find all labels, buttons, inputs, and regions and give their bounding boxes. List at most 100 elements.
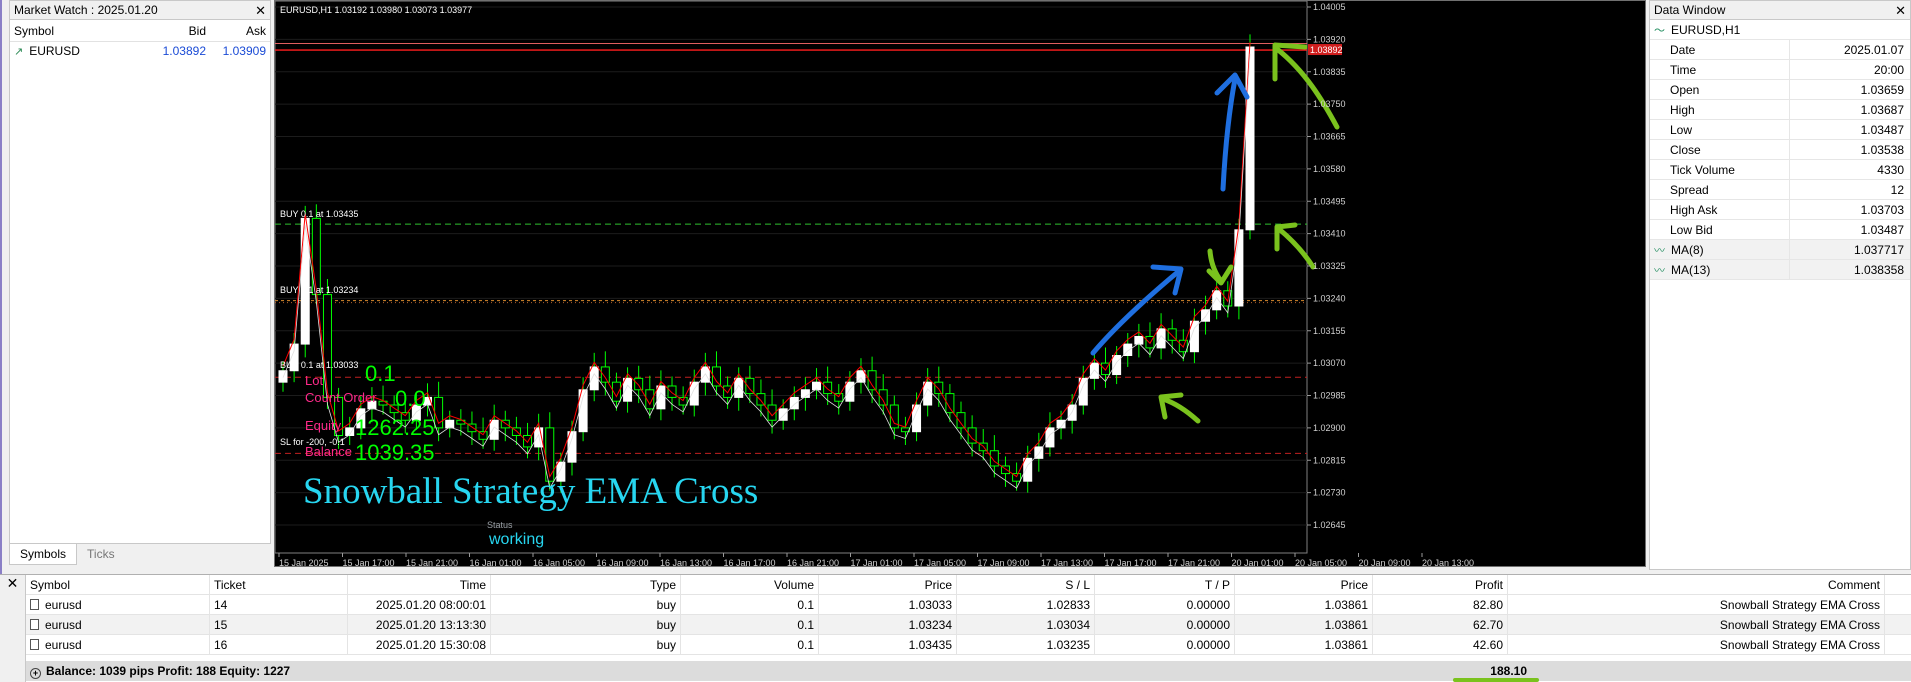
expand-icon[interactable]: +	[30, 668, 41, 679]
chart-line-icon: 〜	[1654, 25, 1665, 37]
price-cell: 1.03435	[819, 635, 957, 654]
symbol-text: eurusd	[45, 618, 82, 632]
symbol-cell: eurusd	[26, 615, 210, 634]
data-window-rows: Date 2025.01.07 Time 20:00 Open 1.03659 High 1.…	[1650, 40, 1910, 280]
current-price-tag: 1.03892	[1310, 45, 1343, 55]
column-header-take-profit[interactable]: T / P	[1095, 575, 1235, 594]
column-header-comment[interactable]: Comment	[1508, 575, 1885, 594]
data-window-key: High Ask	[1650, 200, 1790, 219]
price-label: 1.03495	[1313, 196, 1346, 206]
count-order-label: Count Order	[305, 390, 377, 405]
balance-text: Balance: 1039 pips Profit: 188 Equity: 1…	[46, 664, 291, 678]
price-label: 1.03240	[1313, 293, 1346, 303]
column-header-current-price[interactable]: Price	[1235, 575, 1373, 594]
market-watch-tabs: Symbols Ticks	[9, 543, 271, 565]
column-header-time[interactable]: Time	[348, 575, 491, 594]
balance-label: Balance	[305, 444, 352, 459]
balance-value: 1039.35	[355, 440, 435, 465]
data-window-row[interactable]: Time 20:00	[1650, 60, 1910, 80]
column-header-stop-loss[interactable]: S / L	[957, 575, 1095, 594]
balance-summary-row[interactable]: + Balance: 1039 pips Profit: 188 Equity: …	[26, 661, 1911, 681]
left-edge-strip	[0, 0, 9, 576]
data-window-row[interactable]: High 1.03687	[1650, 100, 1910, 120]
data-window-symbol-row[interactable]: 〜 EURUSD,H1	[1650, 20, 1910, 40]
annotation-arrows	[1090, 42, 1340, 424]
market-watch-panel: Market Watch : 2025.01.20 ✕ Symbol Bid A…	[9, 0, 271, 564]
buy-line-label: BUY 0.1 at 1.03435	[280, 209, 358, 219]
data-window-row[interactable]: Open 1.03659	[1650, 80, 1910, 100]
time-label: 20 Jan 01:00	[1232, 558, 1284, 568]
status-value: working	[488, 531, 544, 548]
symbol-text: EURUSD,H1	[1671, 23, 1741, 37]
price-chart[interactable]: EURUSD,H1 1.03192 1.03980 1.03073 1.0397…	[274, 0, 1647, 568]
comment-cell: Snowball Strategy EMA Cross	[1508, 635, 1885, 654]
tab-ticks[interactable]: Ticks	[77, 544, 125, 565]
table-row[interactable]: eurusd 16 2025.01.20 15:30:08 buy 0.1 1.03435…	[26, 635, 1911, 655]
price-label: 1.03155	[1313, 326, 1346, 336]
table-row[interactable]: eurusd 15 2025.01.20 13:13:30 buy 0.1 1.03234…	[26, 615, 1911, 635]
data-window-row[interactable]: Low 1.03487	[1650, 120, 1910, 140]
profit-cell: 42.60	[1373, 635, 1508, 654]
data-window-ma-row[interactable]: 〰 MA(13) 1.038358	[1650, 260, 1910, 280]
price-label: 1.03325	[1313, 261, 1346, 271]
time-axis[interactable]: 15 Jan 2025 15 Jan 17:00 15 Jan 21:00 16 Ja…	[278, 553, 1474, 568]
data-window-row[interactable]: Tick Volume 4330	[1650, 160, 1910, 180]
chart-canvas[interactable]: EURUSD,H1 1.03192 1.03980 1.03073 1.0397…	[275, 1, 1647, 568]
market-watch-row-eurusd[interactable]: ↗ EURUSD 1.03892 1.03909	[10, 42, 270, 61]
candle-body	[1045, 427, 1055, 448]
time-label: 17 Jan 05:00	[914, 558, 966, 568]
price-axis[interactable]: 1.04005 1.03920 1.03835 1.03750 1.03665 1.035…	[1307, 2, 1346, 530]
table-row[interactable]: eurusd 14 2025.01.20 08:00:01 buy 0.1 1.03033…	[26, 595, 1911, 615]
time-label: 15 Jan 2025	[279, 558, 329, 568]
price-label: 1.02815	[1313, 455, 1346, 465]
column-header-profit[interactable]: Profit	[1373, 575, 1508, 594]
buy-line-label-2: BUY 0.1 at 1.03234	[280, 285, 358, 295]
column-header-bid[interactable]: Bid	[150, 20, 210, 41]
data-window-row[interactable]: Spread 12	[1650, 180, 1910, 200]
lot-label: Lot	[305, 373, 323, 388]
candle-body	[1067, 404, 1077, 421]
data-window-row[interactable]: Low Bid 1.03487	[1650, 220, 1910, 240]
candle-body	[656, 385, 666, 410]
data-window-value: 1.03703	[1860, 203, 1904, 217]
terminal-side-bar: ✕	[0, 575, 26, 682]
close-icon[interactable]: ✕	[1895, 1, 1906, 20]
data-window-value: 20:00	[1873, 63, 1904, 77]
current-price-cell: 1.03861	[1235, 595, 1373, 614]
data-window-row[interactable]: Close 1.03538	[1650, 140, 1910, 160]
column-header-ticket[interactable]: Ticket	[210, 575, 348, 594]
close-icon[interactable]: ✕	[255, 1, 266, 20]
data-window-row[interactable]: High Ask 1.03703	[1650, 200, 1910, 220]
tab-symbols[interactable]: Symbols	[9, 544, 78, 565]
data-window-ma-row[interactable]: 〰 MA(8) 1.037717	[1650, 240, 1910, 260]
data-window-value: 1.038358	[1853, 263, 1904, 277]
column-header-volume[interactable]: Volume	[681, 575, 819, 594]
candle-body	[667, 385, 677, 398]
column-header-symbol[interactable]: Symbol	[26, 575, 210, 594]
ma-fast-line	[282, 42, 1251, 478]
data-window-title: Data Window	[1654, 3, 1726, 17]
candle-body	[1112, 355, 1122, 376]
arrow-up-icon: ↗	[14, 46, 24, 58]
data-window-value: 4330	[1877, 163, 1904, 177]
column-header-price[interactable]: Price	[819, 575, 957, 594]
market-watch-title: Market Watch : 2025.01.20	[14, 3, 158, 17]
data-window-key: Low	[1650, 120, 1790, 139]
data-window-key: 〰 MA(13)	[1650, 260, 1790, 279]
time-label: 17 Jan 09:00	[978, 558, 1030, 568]
bid-value: 1.03892	[162, 44, 206, 58]
symbol-text: eurusd	[45, 638, 82, 652]
data-window-key: Tick Volume	[1650, 160, 1790, 179]
time-label: 17 Jan 17:00	[1105, 558, 1157, 568]
lot-value: 0.1	[365, 361, 396, 386]
close-icon[interactable]: ✕	[7, 575, 19, 591]
column-header-symbol[interactable]: Symbol	[10, 20, 150, 41]
type-cell: buy	[491, 615, 681, 634]
column-header-ask[interactable]: Ask	[210, 20, 270, 41]
data-window-row[interactable]: Date 2025.01.07	[1650, 40, 1910, 60]
candle-body	[623, 377, 633, 402]
volume-cell: 0.1	[681, 615, 819, 634]
time-label: 20 Jan 13:00	[1422, 558, 1474, 568]
column-header-type[interactable]: Type	[491, 575, 681, 594]
take-profit-cell: 0.00000	[1095, 635, 1235, 654]
